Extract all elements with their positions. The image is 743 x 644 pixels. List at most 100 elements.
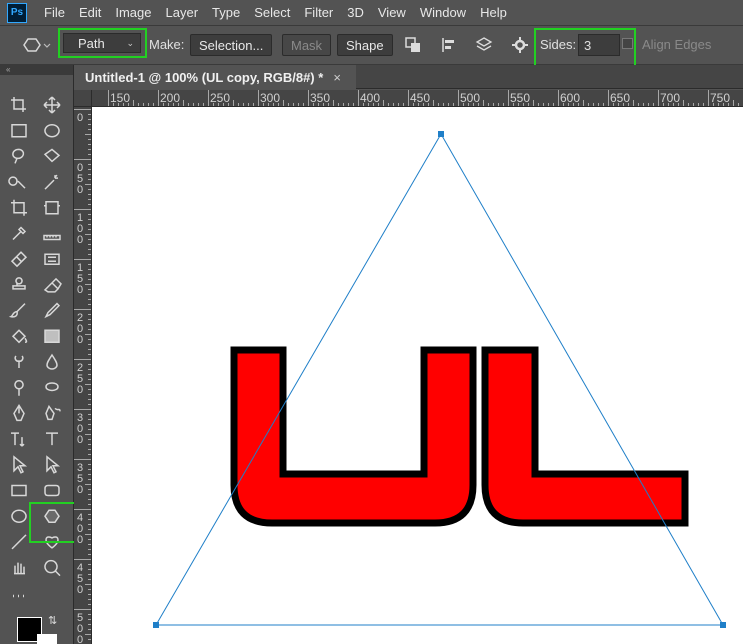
ruler-minor-tick [383, 100, 384, 106]
paint-bucket-icon[interactable] [11, 329, 28, 344]
tool-mode-select[interactable]: Path ⌄ [63, 33, 141, 53]
vertical-type-icon[interactable] [11, 432, 25, 447]
ruler-label: 0 [76, 112, 84, 124]
menu-file[interactable]: File [37, 5, 72, 20]
move-icon[interactable] [43, 96, 61, 114]
rect-marquee-icon[interactable] [11, 123, 27, 138]
ruler-major-tick [74, 109, 91, 110]
anchor-point-right[interactable] [720, 622, 726, 628]
photoshop-logo-icon[interactable]: Ps [7, 2, 27, 23]
eyedropper-icon[interactable] [12, 226, 27, 241]
lasso-icon[interactable] [12, 148, 25, 164]
selection-button[interactable]: Selection... [190, 34, 273, 56]
smudge-icon[interactable] [14, 355, 24, 368]
stamp-icon[interactable] [12, 277, 26, 290]
letter-u [230, 346, 477, 527]
path-arrangement-icon[interactable] [474, 36, 494, 54]
ruler-major-tick [708, 90, 709, 106]
pencil-icon[interactable] [44, 302, 61, 319]
eraser-icon[interactable] [43, 277, 62, 293]
menu-view[interactable]: View [371, 5, 413, 20]
crop-icon[interactable] [11, 199, 27, 216]
polygon-lasso-icon[interactable] [43, 148, 61, 163]
ruler-label: 0 [76, 584, 84, 596]
magic-wand-icon[interactable] [44, 174, 58, 190]
rectangle-icon[interactable] [11, 484, 27, 497]
polygon-tool-highlight [29, 502, 76, 543]
letter-l [481, 346, 689, 527]
document-tab[interactable]: Untitled-1 @ 100% (UL copy, RGB/8#) * × [74, 65, 356, 89]
menu-select[interactable]: Select [247, 5, 297, 20]
blur-icon[interactable] [46, 353, 58, 370]
vertical-ruler[interactable]: 0050100150200250300350400450500 [74, 107, 92, 644]
menu-image[interactable]: Image [108, 5, 158, 20]
ruler-major-tick [458, 90, 459, 106]
zoom-icon[interactable] [44, 559, 61, 577]
ruler-icon[interactable] [43, 234, 61, 241]
gradient-icon[interactable] [44, 329, 60, 344]
ellipse-icon[interactable] [11, 509, 27, 523]
freeform-pen-icon[interactable] [45, 404, 61, 421]
sides-input[interactable]: 3 [578, 34, 620, 56]
align-edges-label: Align Edges [642, 37, 712, 52]
ruler-major-tick [208, 90, 209, 106]
tool-mode-value: Path [78, 35, 105, 51]
menu-help[interactable]: Help [473, 5, 514, 20]
collapse-toolbox-icon[interactable]: « [0, 65, 73, 75]
anchor-point-top[interactable] [438, 131, 444, 137]
make-label: Make: [149, 37, 185, 52]
pen-icon[interactable] [13, 403, 25, 422]
quick-select-icon[interactable] [8, 176, 26, 189]
close-icon[interactable]: × [333, 70, 341, 85]
horizontal-ruler[interactable]: 150 200 250 300 350 400 450 500 550 600 650 700 750 [92, 90, 743, 107]
line-icon[interactable] [11, 534, 27, 550]
menu-3d[interactable]: 3D [340, 5, 371, 20]
mask-button[interactable]: Mask [282, 34, 332, 56]
dodge-icon[interactable] [14, 379, 24, 396]
menu-window[interactable]: Window [413, 5, 473, 20]
ruler-minor-tick [85, 384, 91, 385]
menu-filter[interactable]: Filter [297, 5, 340, 20]
ruler-minor-tick [333, 100, 334, 106]
hand-icon[interactable] [14, 562, 25, 575]
gear-icon[interactable] [511, 36, 529, 54]
path-alignment-icon[interactable] [440, 36, 458, 54]
path-operations-icon[interactable] [404, 36, 422, 54]
ruler-major-tick [508, 90, 509, 106]
options-bar: Path ⌄ Make: Selection... Mask Shape Sid… [0, 25, 743, 67]
menu-type[interactable]: Type [205, 5, 247, 20]
ruler-major-tick [74, 459, 91, 460]
ruler-label: 0 [76, 384, 84, 396]
ruler-minor-tick [85, 534, 91, 535]
frame-icon[interactable] [44, 201, 60, 215]
menu-edit[interactable]: Edit [72, 5, 108, 20]
ruler-label: 0 [76, 184, 84, 196]
ruler-label: 0 [76, 634, 84, 644]
tool-preset-picker[interactable] [20, 35, 52, 55]
ruler-major-tick [74, 209, 91, 210]
background-color-swatch[interactable] [37, 634, 57, 644]
healing-brush-icon[interactable] [10, 251, 28, 268]
align-edges-checkbox[interactable] [622, 38, 633, 49]
menu-layer[interactable]: Layer [159, 5, 206, 20]
sponge-icon[interactable] [45, 382, 59, 392]
direct-select-icon[interactable] [46, 455, 61, 474]
ruler-minor-tick [85, 334, 91, 335]
anchor-point-left[interactable] [153, 622, 159, 628]
brush-icon[interactable] [8, 303, 26, 318]
ellipse-marquee-icon[interactable] [44, 123, 60, 138]
ruler-major-tick [108, 90, 109, 106]
shape-button[interactable]: Shape [337, 34, 393, 56]
ruler-minor-tick [85, 434, 91, 435]
type-icon[interactable] [46, 432, 58, 446]
swap-colors-icon[interactable]: ⇅ [48, 614, 57, 627]
rounded-rect-icon[interactable] [44, 484, 60, 497]
ruler-minor-tick [533, 100, 534, 106]
ruler-origin[interactable] [74, 90, 92, 107]
artboard-icon[interactable] [11, 97, 26, 112]
ruler-label: 0 [76, 284, 84, 296]
path-select-icon[interactable] [13, 455, 28, 474]
document-canvas[interactable] [92, 107, 743, 644]
ruler-major-tick [74, 609, 91, 610]
patch-icon[interactable] [44, 253, 60, 265]
